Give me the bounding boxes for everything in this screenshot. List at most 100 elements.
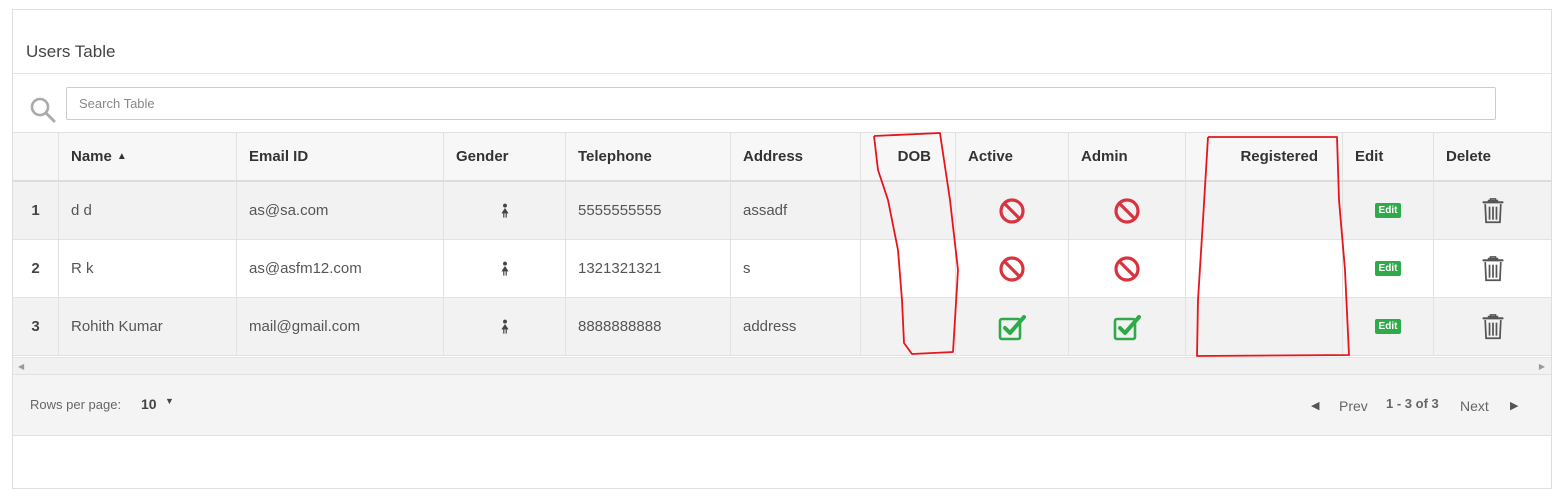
rows-per-page-label: Rows per page: (30, 397, 122, 412)
header-row-number (13, 133, 59, 180)
edit-button[interactable]: Edit (1374, 319, 1402, 334)
header-dob[interactable]: DOB (861, 133, 956, 180)
row-number-cell: 2 (13, 240, 59, 297)
header-registered-label: Registered (1240, 148, 1318, 165)
gender-cell (444, 298, 566, 355)
edit-button[interactable]: Edit (1374, 261, 1402, 276)
row-number-cell: 3 (13, 298, 59, 355)
prev-button[interactable]: Prev (1339, 398, 1368, 414)
female-icon (500, 203, 509, 218)
header-name-label: Name (71, 148, 112, 165)
header-admin[interactable]: Admin (1069, 133, 1186, 180)
header-delete[interactable]: Delete (1434, 133, 1551, 180)
edit-cell: Edit (1343, 240, 1434, 297)
title-divider (13, 73, 1551, 74)
header-gender[interactable]: Gender (444, 133, 566, 180)
row-number: 3 (31, 318, 40, 335)
scroll-left-icon[interactable]: ◀ (18, 362, 24, 371)
address-cell: assadf (731, 182, 861, 239)
trash-icon[interactable] (1480, 255, 1506, 282)
row-number: 1 (31, 202, 40, 219)
header-address[interactable]: Address (731, 133, 861, 180)
next-arrow-icon[interactable]: ▶ (1510, 399, 1518, 412)
address-value: assadf (743, 202, 788, 219)
admin-cell (1069, 240, 1186, 297)
gender-cell (444, 182, 566, 239)
prohibited-icon[interactable] (997, 254, 1027, 284)
prohibited-icon[interactable] (997, 196, 1027, 226)
header-registered[interactable]: Registered (1186, 133, 1343, 180)
header-active-label: Active (968, 148, 1014, 165)
table-footer: Rows per page: 10 ▼ ◀ Prev 1 - 3 of 3 Ne… (13, 374, 1551, 436)
email-cell: mail@gmail.com (237, 298, 444, 355)
checkbox-checked-icon[interactable] (997, 312, 1027, 342)
prohibited-icon[interactable] (1112, 254, 1142, 284)
table-row[interactable]: 1 d d as@sa.com 5555555555 assadf Edit (13, 182, 1551, 240)
dob-cell (861, 240, 956, 297)
trash-icon[interactable] (1480, 197, 1506, 224)
header-address-label: Address (743, 148, 804, 165)
users-table-card: Users Table Name ▲ Email ID Gender Telep… (12, 9, 1552, 489)
female-icon (500, 319, 509, 334)
name-cell: d d (59, 182, 237, 239)
card-title: Users Table (26, 42, 116, 61)
header-active[interactable]: Active (956, 133, 1069, 180)
checkbox-checked-icon[interactable] (1112, 312, 1142, 342)
search-icon (30, 97, 56, 123)
telephone-cell: 1321321321 (566, 240, 731, 297)
search-input[interactable] (66, 87, 1496, 120)
horizontal-scrollbar[interactable]: ◀ ▶ (13, 357, 1551, 375)
trash-icon[interactable] (1480, 313, 1506, 340)
header-dob-label: DOB (897, 148, 931, 165)
active-cell (956, 298, 1069, 355)
name-value: R k (71, 260, 94, 277)
gender-cell (444, 240, 566, 297)
name-cell: Rohith Kumar (59, 298, 237, 355)
telephone-value: 5555555555 (578, 202, 662, 219)
edit-cell: Edit (1343, 298, 1434, 355)
prev-arrow-icon[interactable]: ◀ (1311, 399, 1319, 412)
telephone-cell: 8888888888 (566, 298, 731, 355)
active-cell (956, 182, 1069, 239)
dob-cell (861, 182, 956, 239)
header-telephone-label: Telephone (578, 148, 652, 165)
edit-cell: Edit (1343, 182, 1434, 239)
table-row[interactable]: 2 R k as@asfm12.com 1321321321 s Edit (13, 240, 1551, 298)
address-cell: s (731, 240, 861, 297)
email-cell: as@sa.com (237, 182, 444, 239)
telephone-value: 8888888888 (578, 318, 662, 335)
header-edit[interactable]: Edit (1343, 133, 1434, 180)
email-value: mail@gmail.com (249, 318, 361, 335)
next-button[interactable]: Next (1460, 398, 1489, 414)
name-value: Rohith Kumar (71, 318, 163, 335)
table-row[interactable]: 3 Rohith Kumar mail@gmail.com 8888888888 add… (13, 298, 1551, 356)
header-name[interactable]: Name ▲ (59, 133, 237, 180)
header-email-label: Email ID (249, 148, 309, 165)
table-header-row: Name ▲ Email ID Gender Telephone Address… (13, 132, 1551, 182)
email-value: as@sa.com (249, 202, 329, 219)
header-telephone[interactable]: Telephone (566, 133, 731, 180)
address-value: address (743, 318, 797, 335)
scroll-right-icon[interactable]: ▶ (1539, 362, 1545, 371)
delete-cell (1434, 240, 1551, 297)
email-cell: as@asfm12.com (237, 240, 444, 297)
delete-cell (1434, 182, 1551, 239)
active-cell (956, 240, 1069, 297)
header-gender-label: Gender (456, 148, 509, 165)
admin-cell (1069, 182, 1186, 239)
rows-per-page-select[interactable]: 10 (141, 396, 157, 412)
page-range: 1 - 3 of 3 (1386, 396, 1439, 411)
header-email[interactable]: Email ID (237, 133, 444, 180)
caret-down-icon[interactable]: ▼ (165, 396, 174, 406)
edit-button[interactable]: Edit (1374, 203, 1402, 218)
email-value: as@asfm12.com (249, 260, 362, 277)
dob-cell (861, 298, 956, 355)
header-admin-label: Admin (1081, 148, 1128, 165)
sort-asc-icon[interactable]: ▲ (117, 151, 127, 162)
delete-cell (1434, 298, 1551, 355)
row-number: 2 (31, 260, 40, 277)
registered-cell (1186, 182, 1343, 239)
prohibited-icon[interactable] (1112, 196, 1142, 226)
telephone-value: 1321321321 (578, 260, 662, 277)
address-value: s (743, 260, 751, 277)
